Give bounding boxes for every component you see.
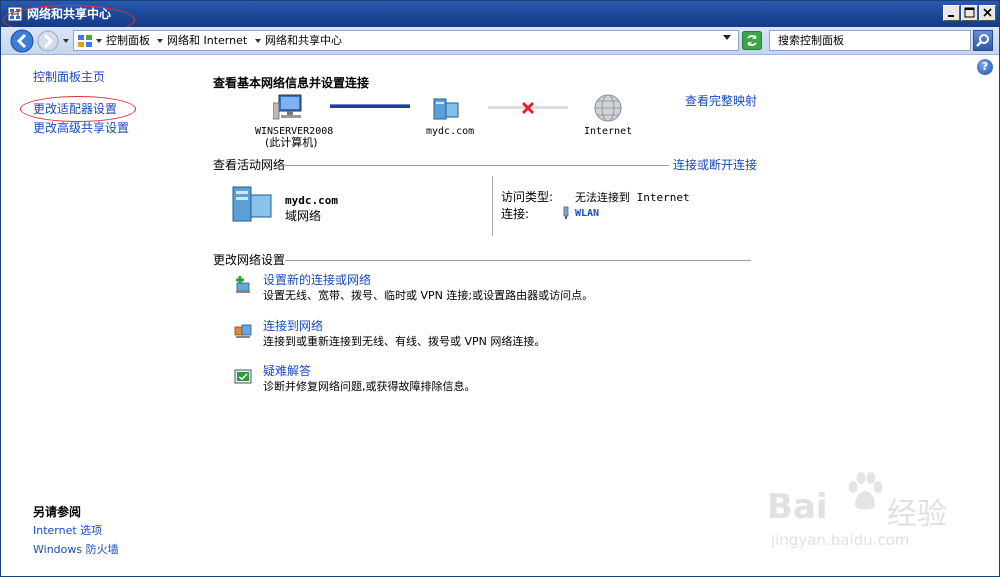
maximize-button[interactable] [961,5,978,21]
connect-to-network-desc: 连接到或重新连接到无线、有线、拨号或 VPN 网络连接。 [263,335,546,348]
connect-disconnect-link[interactable]: 连接或断开连接 [673,158,757,172]
refresh-button[interactable] [742,31,762,50]
close-button[interactable] [979,5,996,21]
watermark-brand: Bai [767,487,828,527]
computer-icon [273,94,302,120]
search-button[interactable] [973,30,993,51]
divider [285,260,751,261]
map-node-domain: mydc.com [426,126,475,137]
annotation-ellipse-adapter [20,96,136,122]
title-bar: 网络和共享中心 [1,1,999,27]
control-panel-icon [78,35,92,47]
domain-network-icon [433,98,459,120]
connection-line [330,104,410,108]
back-button[interactable] [9,29,35,53]
map-node-computer-sub: (此计算机) [265,136,318,149]
chevron-down-icon[interactable] [255,39,261,43]
view-full-map-link[interactable]: 查看完整映射 [685,92,757,109]
internet-options-link[interactable]: Internet 选项 [33,524,102,538]
globe-icon [594,94,622,122]
watermark-brand-2: 经验 [887,497,947,532]
setup-new-connection-link[interactable]: 设置新的连接或网络 [263,273,371,287]
divider [492,176,493,236]
connect-to-network-link[interactable]: 连接到网络 [263,319,323,333]
breadcrumb: 控制面板 网络和 Internet 网络和共享中心 [73,30,739,51]
network-type: 域网络 [285,209,322,223]
divider [285,165,669,166]
forward-button[interactable] [36,30,60,52]
minimize-icon [948,15,954,17]
recent-pages-dropdown[interactable] [61,36,71,46]
wireless-signal-icon [563,206,569,219]
network-name: mydc.com [285,194,338,207]
breadcrumb-network-sharing[interactable]: 网络和共享中心 [265,34,342,48]
wlan-connection-link[interactable]: WLAN [575,207,599,221]
close-icon [983,8,992,17]
search-box [769,30,971,51]
change-advanced-sharing-link[interactable]: 更改高级共享设置 [33,121,129,135]
address-dropdown[interactable] [723,35,731,40]
troubleshoot-icon [234,369,252,384]
paw-icon [848,472,883,510]
baidu-watermark: Bai 经验 jingyan.baidu.com [767,467,992,557]
address-toolbar: 控制面板 网络和 Internet 网络和共享中心 [1,27,999,55]
access-type-label: 访问类型: [501,190,554,204]
page-title: 查看基本网络信息并设置连接 [213,76,370,90]
watermark-url: jingyan.baidu.com [771,531,910,549]
search-icon [976,34,989,47]
window: 网络和共享中心 控制面板 网络和 Internet 网络和共享中心 搜索控制面板… [0,0,1000,577]
domain-network-icon [232,186,272,222]
access-type-value: 无法连接到 Internet [575,191,690,204]
active-networks-heading: 查看活动网络 [213,158,286,172]
search-input[interactable] [770,31,970,50]
windows-firewall-link[interactable]: Windows 防火墙 [33,543,119,557]
connect-network-icon [234,324,252,338]
new-connection-icon [236,276,250,293]
connection-label: 连接: [501,207,530,221]
see-also-heading: 另请参阅 [33,505,82,519]
minimize-button[interactable] [943,5,960,21]
map-node-internet: Internet [584,126,633,137]
breadcrumb-control-panel[interactable]: 控制面板 [106,34,150,48]
control-panel-home-link[interactable]: 控制面板主页 [33,70,105,84]
change-settings-heading: 更改网络设置 [213,253,286,267]
breadcrumb-network-internet[interactable]: 网络和 Internet [167,34,247,48]
setup-new-connection-desc: 设置无线、宽带、拨号、临时或 VPN 连接;或设置路由器或访问点。 [263,289,594,302]
chevron-down-icon[interactable] [96,39,102,43]
troubleshoot-desc: 诊断并修复网络问题,或获得故障排除信息。 [263,380,476,393]
chevron-down-icon[interactable] [157,39,163,43]
maximize-icon [964,7,975,18]
help-icon[interactable]: ? [977,59,993,75]
troubleshoot-link[interactable]: 疑难解答 [263,364,311,378]
disconnected-x-icon [521,101,535,115]
